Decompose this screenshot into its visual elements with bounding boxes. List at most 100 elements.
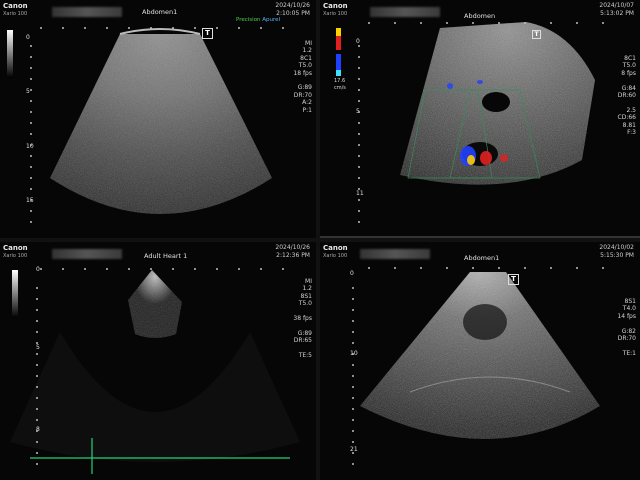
scale-tick bbox=[106, 27, 108, 29]
scale-tick bbox=[352, 287, 354, 289]
scale-tick bbox=[352, 298, 354, 300]
date-time: 2024/10/02 5:15:30 PM bbox=[599, 244, 634, 260]
scale-tick bbox=[394, 267, 396, 269]
scale-tick bbox=[472, 267, 474, 269]
time-label: 5:15:30 PM bbox=[600, 252, 634, 259]
scale-tick bbox=[172, 268, 174, 270]
parameter-item: 8 fps bbox=[621, 69, 636, 77]
date-label: 2024/10/07 bbox=[599, 2, 634, 9]
scale-tick bbox=[352, 342, 354, 344]
redacted-patient-field bbox=[360, 249, 430, 259]
scale-tick bbox=[30, 89, 32, 91]
redacted-patient-field bbox=[370, 7, 440, 17]
parameter-list: MI 1.2 8C1 T5.0 18 fps G:89 DR:70 A:2 P:1 bbox=[293, 40, 312, 114]
scale-tick bbox=[352, 331, 354, 333]
scale-tick bbox=[358, 166, 360, 168]
scale-tick bbox=[30, 133, 32, 135]
scale-tick bbox=[30, 45, 32, 47]
parameter-item: 8C1 bbox=[300, 54, 312, 62]
date-label: 2024/10/02 bbox=[599, 244, 634, 251]
parameter-item: 2.5 bbox=[626, 106, 636, 114]
scale-tick bbox=[194, 268, 196, 270]
parameter-item: DR:60 bbox=[617, 92, 636, 100]
scale-tick bbox=[36, 397, 38, 399]
scale-tick bbox=[498, 267, 500, 269]
scale-tick bbox=[62, 27, 64, 29]
scale-tick bbox=[358, 100, 360, 102]
parameter-item: TE:5 bbox=[298, 352, 312, 360]
parameter-item: DR:70 bbox=[617, 335, 636, 343]
scan-image bbox=[320, 22, 640, 238]
depth-mark: 0 bbox=[350, 270, 354, 277]
model-label: Xario 100 bbox=[323, 253, 348, 259]
scale-tick bbox=[36, 331, 38, 333]
scale-tick bbox=[358, 177, 360, 179]
time-label: 2:10:05 PM bbox=[276, 10, 310, 17]
date-label: 2024/10/26 bbox=[275, 244, 310, 251]
parameter-item: G:89 bbox=[297, 84, 312, 92]
scale-tick bbox=[260, 268, 262, 270]
scale-tick bbox=[524, 267, 526, 269]
scale-tick bbox=[358, 67, 360, 69]
scale-tick bbox=[36, 463, 38, 465]
scale-tick bbox=[36, 353, 38, 355]
parameter-item: 1.2 bbox=[302, 47, 312, 55]
velocity-scale-unit: cm/s bbox=[334, 85, 346, 91]
brand-label: Canon bbox=[3, 2, 28, 10]
scale-tick bbox=[84, 27, 86, 29]
scale-tick bbox=[36, 375, 38, 377]
parameter-item bbox=[618, 77, 636, 84]
ultrasound-panel-abdomen-deep: Canon Xario 100 Abdomen1 2024/10/02 5:15… bbox=[320, 242, 640, 480]
scale-tick bbox=[576, 22, 578, 24]
parameter-item: G:89 bbox=[297, 329, 312, 337]
scale-tick bbox=[352, 419, 354, 421]
brand-label: Canon bbox=[3, 244, 28, 252]
scale-tick bbox=[352, 452, 354, 454]
parameter-item bbox=[293, 345, 312, 352]
parameter-item: P:1 bbox=[302, 106, 312, 114]
parameter-list: MI 1.2 8S1 T5.0 38 fps G:89 DR:65 TE:5 bbox=[293, 278, 312, 359]
date-time: 2024/10/26 2:12:36 PM bbox=[275, 244, 310, 260]
parameter-item: MI bbox=[305, 40, 312, 47]
scale-tick bbox=[36, 386, 38, 388]
parameter-item: 18 fps bbox=[293, 69, 312, 77]
scale-tick bbox=[194, 27, 196, 29]
scale-tick bbox=[36, 342, 38, 344]
scale-tick bbox=[36, 430, 38, 432]
mode-tab-apure: ApureI bbox=[262, 17, 281, 23]
scale-tick bbox=[472, 22, 474, 24]
scale-tick bbox=[216, 268, 218, 270]
parameter-item: 8.81 bbox=[622, 121, 636, 129]
scale-tick bbox=[36, 309, 38, 311]
ultrasound-panel-abdomen-fan: Canon Xario 100 Abdomen1 2024/10/26 2:10… bbox=[0, 0, 316, 238]
ultrasound-panel-color-doppler: Canon Xario 100 Abdomen 2024/10/07 5:13:… bbox=[320, 0, 640, 238]
scale-tick bbox=[498, 22, 500, 24]
exam-label: Abdomen1 bbox=[142, 8, 178, 16]
scale-tick bbox=[358, 188, 360, 190]
scale-tick bbox=[358, 111, 360, 113]
scale-tick bbox=[30, 199, 32, 201]
date-time: 2024/10/07 5:13:02 PM bbox=[599, 2, 634, 18]
scan-image bbox=[10, 270, 300, 474]
depth-mark: 0 bbox=[26, 34, 30, 41]
panel-header: Canon Xario 100 Abdomen 2024/10/07 5:13:… bbox=[320, 0, 640, 22]
scale-tick bbox=[602, 267, 604, 269]
scale-tick bbox=[172, 27, 174, 29]
scale-tick bbox=[368, 22, 370, 24]
date-label: 2024/10/26 bbox=[275, 2, 310, 9]
scale-tick bbox=[358, 89, 360, 91]
scale-tick bbox=[446, 267, 448, 269]
parameter-item: 8S1 bbox=[300, 292, 312, 300]
scale-tick bbox=[352, 320, 354, 322]
parameter-list: 8C1 T5.0 8 fps G:84 DR:60 2.5 CD:66 8.81 F:3 bbox=[618, 55, 636, 136]
parameter-item: TE:1 bbox=[622, 349, 636, 357]
scale-tick bbox=[36, 364, 38, 366]
scale-tick bbox=[352, 353, 354, 355]
mode-tab-precision: Precision bbox=[236, 17, 261, 23]
scale-tick bbox=[238, 27, 240, 29]
scale-tick bbox=[352, 397, 354, 399]
parameter-item: T5.0 bbox=[622, 62, 636, 70]
scale-tick bbox=[524, 22, 526, 24]
parameter-list: 8S1 T4.0 14 fps G:82 DR:70 TE:1 bbox=[617, 298, 636, 357]
depth-mark: 11 bbox=[356, 190, 364, 197]
